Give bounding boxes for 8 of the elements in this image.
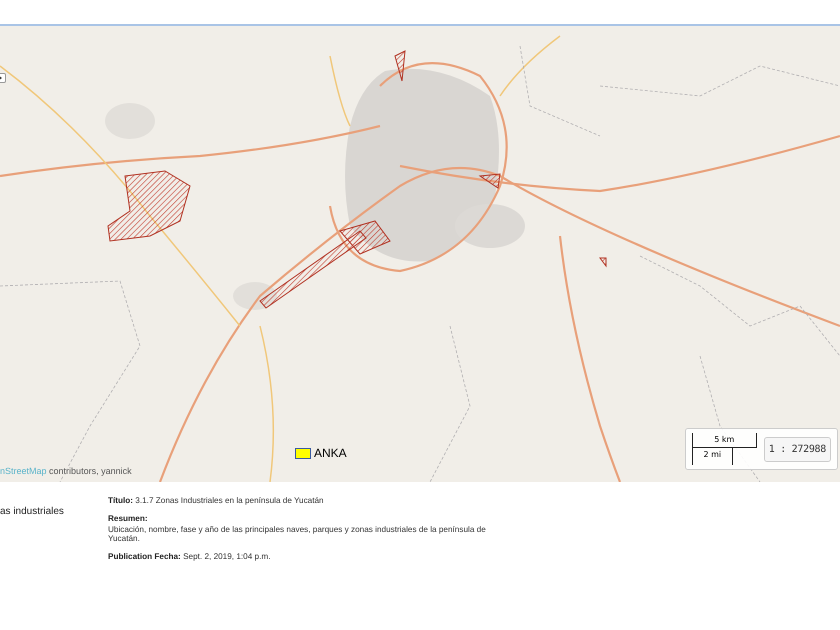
map-attribution: nStreetMap contributors, yannick <box>0 466 132 476</box>
scale-ratio-field[interactable]: 1 : 272988 <box>764 436 831 462</box>
metadata-text: Publication Fecha: Sept. 2, 2019, 1:04 p.m. <box>108 552 272 561</box>
legend-label: ANKA <box>314 446 347 460</box>
metadata-text: Título: 3.1.7 Zonas Industriales en la península de Yucatán <box>108 496 325 505</box>
metadata-text: Resumen: Ubicación, nombre, fase y año de las principales naves, parques y zonas industriales de la península de Yucatán. <box>108 514 487 543</box>
layer-name: as industriales <box>0 506 64 517</box>
scale-bar: 5 km 2 mi <box>692 433 758 465</box>
